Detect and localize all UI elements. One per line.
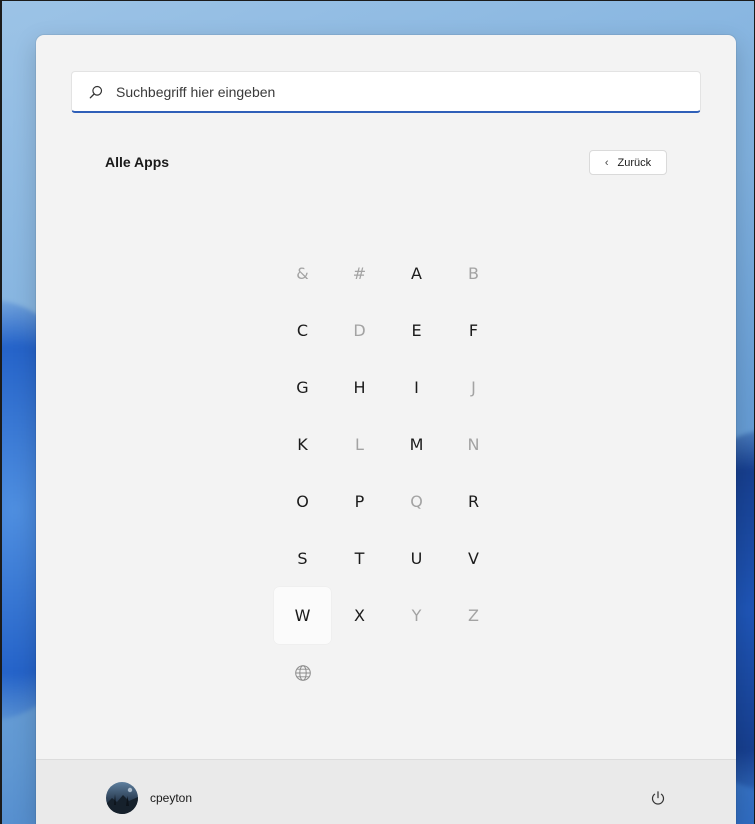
start-footer: cpeyton <box>36 759 736 824</box>
desktop-wallpaper: Alle Apps ‹ Zurück & # A B C D EF GHI J K L M N OP Q R S… <box>0 0 755 824</box>
letter-x-button[interactable]: X <box>331 587 388 644</box>
letter-i-button[interactable]: I <box>388 359 445 416</box>
search-box[interactable] <box>71 71 701 113</box>
letter-u-button[interactable]: U <box>388 530 445 587</box>
window-frame-left <box>0 0 2 824</box>
letter-e-button[interactable]: E <box>388 302 445 359</box>
letter-h-button[interactable]: H <box>331 359 388 416</box>
letter-d-button: D <box>353 321 366 340</box>
back-button-label: Zurück <box>617 156 652 169</box>
letter-w-button[interactable]: W <box>274 587 331 644</box>
letter-index-grid: & # A B C D E F G H I J K L M N O P Q R S T U V W X Y Z <box>274 245 502 701</box>
letter-p-button[interactable]: P <box>331 473 388 530</box>
search-input[interactable] <box>116 72 700 111</box>
letter-g-button[interactable]: G <box>274 359 331 416</box>
avatar <box>106 782 138 814</box>
letter-m-button[interactable]: M <box>388 416 445 473</box>
globe-icon <box>274 644 331 701</box>
power-button[interactable] <box>642 784 674 816</box>
letter-a-button[interactable]: A <box>388 245 445 302</box>
letter-ampersand-button: & <box>296 264 309 283</box>
letter-y-button: Y <box>411 606 422 625</box>
all-apps-title: Alle Apps <box>105 154 170 170</box>
letter-b-button: B <box>468 264 479 283</box>
window-frame-top <box>0 0 755 1</box>
letter-k-button[interactable]: K <box>274 416 331 473</box>
search-icon <box>88 84 104 100</box>
chevron-left-icon: ‹ <box>604 156 609 169</box>
username: cpeyton <box>150 791 193 805</box>
letter-hash-button: # <box>352 264 367 283</box>
letter-j-button: J <box>471 378 476 397</box>
start-menu: Alle Apps ‹ Zurück & # A B C D EF GHI J K L M N OP Q R S… <box>36 35 736 824</box>
letter-r-button[interactable]: R <box>445 473 502 530</box>
letter-z-button: Z <box>468 606 479 625</box>
letter-l-button: L <box>355 435 364 454</box>
letter-s-button[interactable]: S <box>274 530 331 587</box>
power-icon <box>650 790 666 811</box>
user-account-button[interactable]: cpeyton <box>106 782 192 814</box>
letter-t-button[interactable]: T <box>331 530 388 587</box>
back-button[interactable]: ‹ Zurück <box>589 150 667 175</box>
letter-q-button: Q <box>410 492 423 511</box>
letter-n-button: N <box>467 435 480 454</box>
letter-f-button[interactable]: F <box>445 302 502 359</box>
letter-v-button[interactable]: V <box>445 530 502 587</box>
letter-o-button[interactable]: O <box>274 473 331 530</box>
letter-c-button[interactable]: C <box>274 302 331 359</box>
